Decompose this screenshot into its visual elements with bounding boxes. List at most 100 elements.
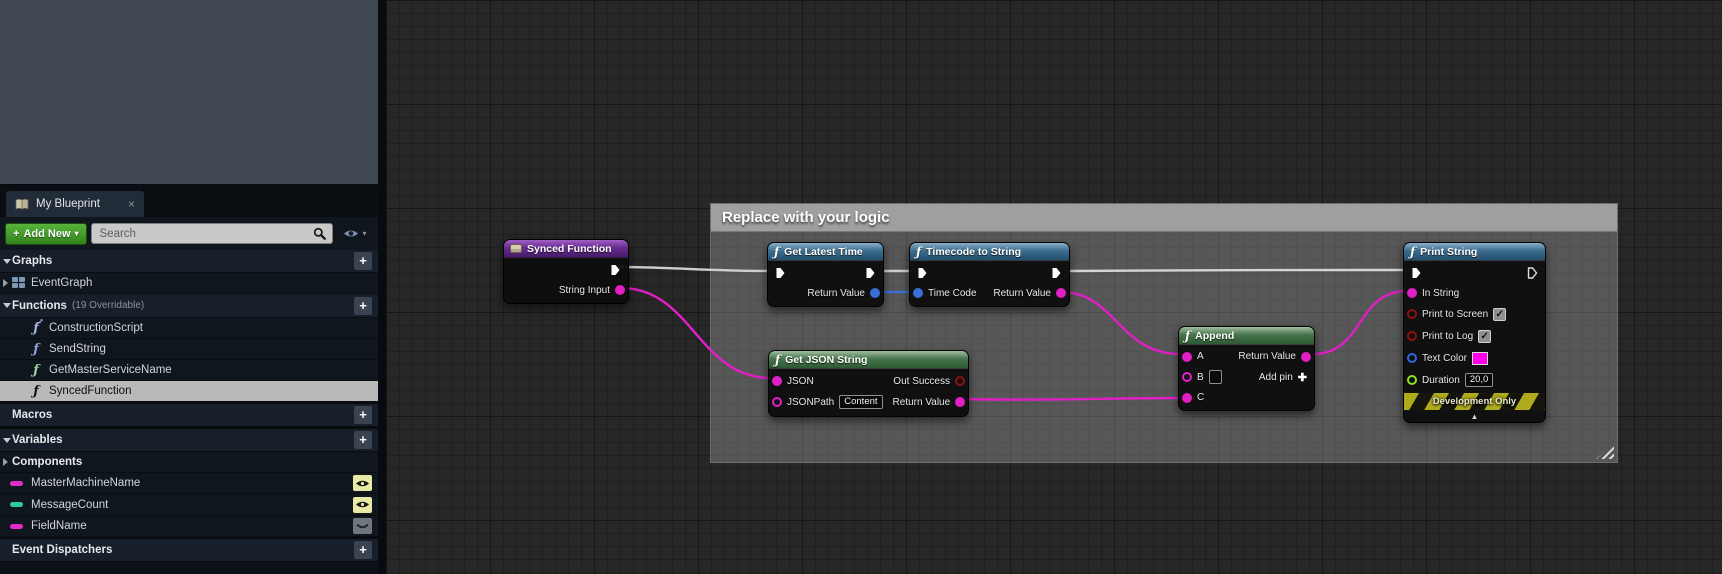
node-collapse-arrow[interactable]: ▲: [1404, 410, 1545, 422]
visibility-eye-open-icon[interactable]: [353, 475, 372, 491]
sidebar-item-eventgraph[interactable]: EventGraph: [0, 273, 378, 294]
my-blueprint-panel: My Blueprint × + Add New ▾: [0, 0, 378, 574]
exec-out-pin[interactable]: [1527, 267, 1538, 279]
node-get-json-string[interactable]: ƒ Get JSON String JSON Out Success JSONP…: [768, 350, 969, 417]
exec-out-pin[interactable]: [610, 264, 621, 276]
add-pin-label[interactable]: Add pin: [1259, 372, 1293, 383]
function-icon: ƒ: [775, 355, 780, 365]
section-event-dispatchers[interactable]: Event Dispatchers +: [0, 539, 378, 562]
out-success-pin[interactable]: [955, 376, 965, 386]
item-label: ConstructionScript: [49, 322, 143, 334]
function-icon: ƒ: [774, 247, 779, 257]
node-print-string[interactable]: ƒ Print String In String Print to Screen…: [1403, 242, 1546, 423]
node-synced-function[interactable]: Synced Function String Input: [503, 239, 629, 304]
sidebar-item-fieldname[interactable]: FieldName: [0, 516, 378, 537]
search-icon: [313, 227, 327, 241]
section-graphs[interactable]: Graphs +: [0, 250, 378, 273]
exec-in-pin[interactable]: [775, 267, 786, 279]
add-graph-button[interactable]: +: [354, 252, 372, 270]
section-label: Variables: [12, 434, 63, 446]
chevron-down-icon: ▾: [75, 230, 79, 238]
node-title: Get JSON String: [785, 354, 867, 366]
item-label: EventGraph: [31, 277, 92, 289]
visibility-eye-open-icon[interactable]: [353, 497, 372, 513]
exec-out-pin[interactable]: [865, 267, 876, 279]
add-variable-button[interactable]: +: [354, 431, 372, 449]
jsonpath-value-field[interactable]: Content: [839, 395, 882, 409]
print-to-log-checkbox[interactable]: ✓: [1478, 330, 1491, 343]
function-icon: ƒ: [30, 363, 42, 378]
a-pin[interactable]: [1182, 352, 1192, 362]
visibility-eye-closed-icon[interactable]: [353, 518, 372, 534]
comment-resize-handle[interactable]: [1596, 443, 1614, 459]
jsonpath-pin[interactable]: [772, 397, 782, 407]
pin-label: Time Code: [928, 288, 977, 299]
string-input-pin[interactable]: [615, 285, 625, 295]
node-title: Synced Function: [527, 243, 612, 255]
return-value-pin[interactable]: [870, 288, 880, 298]
sidebar-item-mastermachinename[interactable]: MasterMachineName: [0, 473, 378, 494]
node-get-latest-time[interactable]: ƒ Get Latest Time Return Value: [767, 242, 884, 307]
exec-in-pin[interactable]: [1411, 267, 1422, 279]
comment-title[interactable]: Replace with your logic: [711, 204, 1617, 232]
overridable-count: (19 Overridable): [72, 300, 144, 311]
return-value-pin[interactable]: [955, 397, 965, 407]
in-string-pin[interactable]: [1407, 288, 1417, 298]
add-event-dispatcher-button[interactable]: +: [354, 541, 372, 559]
text-color-pin[interactable]: [1407, 353, 1417, 363]
sidebar-item-sendstring[interactable]: ƒ SendString: [0, 339, 378, 360]
print-to-screen-pin[interactable]: [1407, 309, 1417, 319]
section-functions[interactable]: Functions (19 Overridable) +: [0, 294, 378, 318]
tab-close-icon[interactable]: ×: [128, 197, 135, 211]
item-label: MasterMachineName: [31, 477, 140, 489]
time-code-pin[interactable]: [913, 288, 923, 298]
print-to-log-pin[interactable]: [1407, 331, 1417, 341]
text-color-swatch[interactable]: [1472, 352, 1488, 365]
section-variables[interactable]: Variables +: [0, 429, 378, 452]
expander-icon[interactable]: [3, 458, 8, 466]
pin-label: Return Value: [807, 288, 865, 299]
sidebar-item-constructionscript[interactable]: ƒ↗ ConstructionScript: [0, 318, 378, 339]
b-pin[interactable]: [1182, 372, 1192, 382]
c-pin[interactable]: [1182, 393, 1192, 403]
sidebar-item-components[interactable]: Components: [0, 452, 378, 473]
pin-label: Print to Log: [1422, 331, 1473, 342]
node-title: Get Latest Time: [784, 246, 863, 258]
sidebar-item-getmasterservicename[interactable]: ƒ GetMasterServiceName: [0, 360, 378, 381]
b-value-field[interactable]: [1209, 370, 1222, 384]
node-timecode-to-string[interactable]: ƒ Timecode to String Time Code Return Va…: [909, 242, 1070, 307]
json-pin[interactable]: [772, 376, 782, 386]
section-label: Functions: [12, 300, 67, 312]
duration-pin[interactable]: [1407, 375, 1417, 385]
pin-label: Text Color: [1422, 353, 1467, 364]
view-options-button[interactable]: ▾: [337, 223, 373, 245]
add-pin-button[interactable]: ✚: [1298, 371, 1307, 384]
item-label: Components: [12, 456, 82, 468]
sidebar-item-syncedfunction[interactable]: ƒ SyncedFunction: [0, 381, 378, 402]
pin-label: Return Value: [993, 288, 1051, 299]
search-input[interactable]: [92, 224, 332, 243]
return-value-pin[interactable]: [1301, 352, 1311, 362]
return-value-pin[interactable]: [1056, 288, 1066, 298]
node-append[interactable]: ƒ Append A Return Value B Add pin ✚ C: [1178, 326, 1315, 411]
pin-label: In String: [1422, 288, 1459, 299]
duration-value-field[interactable]: 20,0: [1465, 373, 1494, 387]
string-variable-icon: [10, 481, 23, 486]
add-macro-button[interactable]: +: [354, 406, 372, 424]
pin-label: Print to Screen: [1422, 309, 1488, 320]
tab-my-blueprint[interactable]: My Blueprint ×: [6, 191, 144, 217]
pin-label: JSONPath: [787, 397, 834, 408]
expander-icon[interactable]: [3, 279, 8, 287]
add-new-button[interactable]: + Add New ▾: [5, 223, 87, 245]
panel-toolbar: + Add New ▾ ▾: [0, 217, 378, 250]
exec-out-pin[interactable]: [1051, 267, 1062, 279]
search-box: [91, 223, 333, 244]
item-label: SyncedFunction: [49, 385, 131, 397]
upper-panel: [0, 0, 378, 185]
sidebar-item-messagecount[interactable]: MessageCount: [0, 494, 378, 516]
exec-in-pin[interactable]: [917, 267, 928, 279]
add-function-button[interactable]: +: [354, 297, 372, 315]
print-to-screen-checkbox[interactable]: ✓: [1493, 308, 1506, 321]
string-variable-icon: [10, 524, 23, 529]
section-macros[interactable]: Macros +: [0, 404, 378, 427]
